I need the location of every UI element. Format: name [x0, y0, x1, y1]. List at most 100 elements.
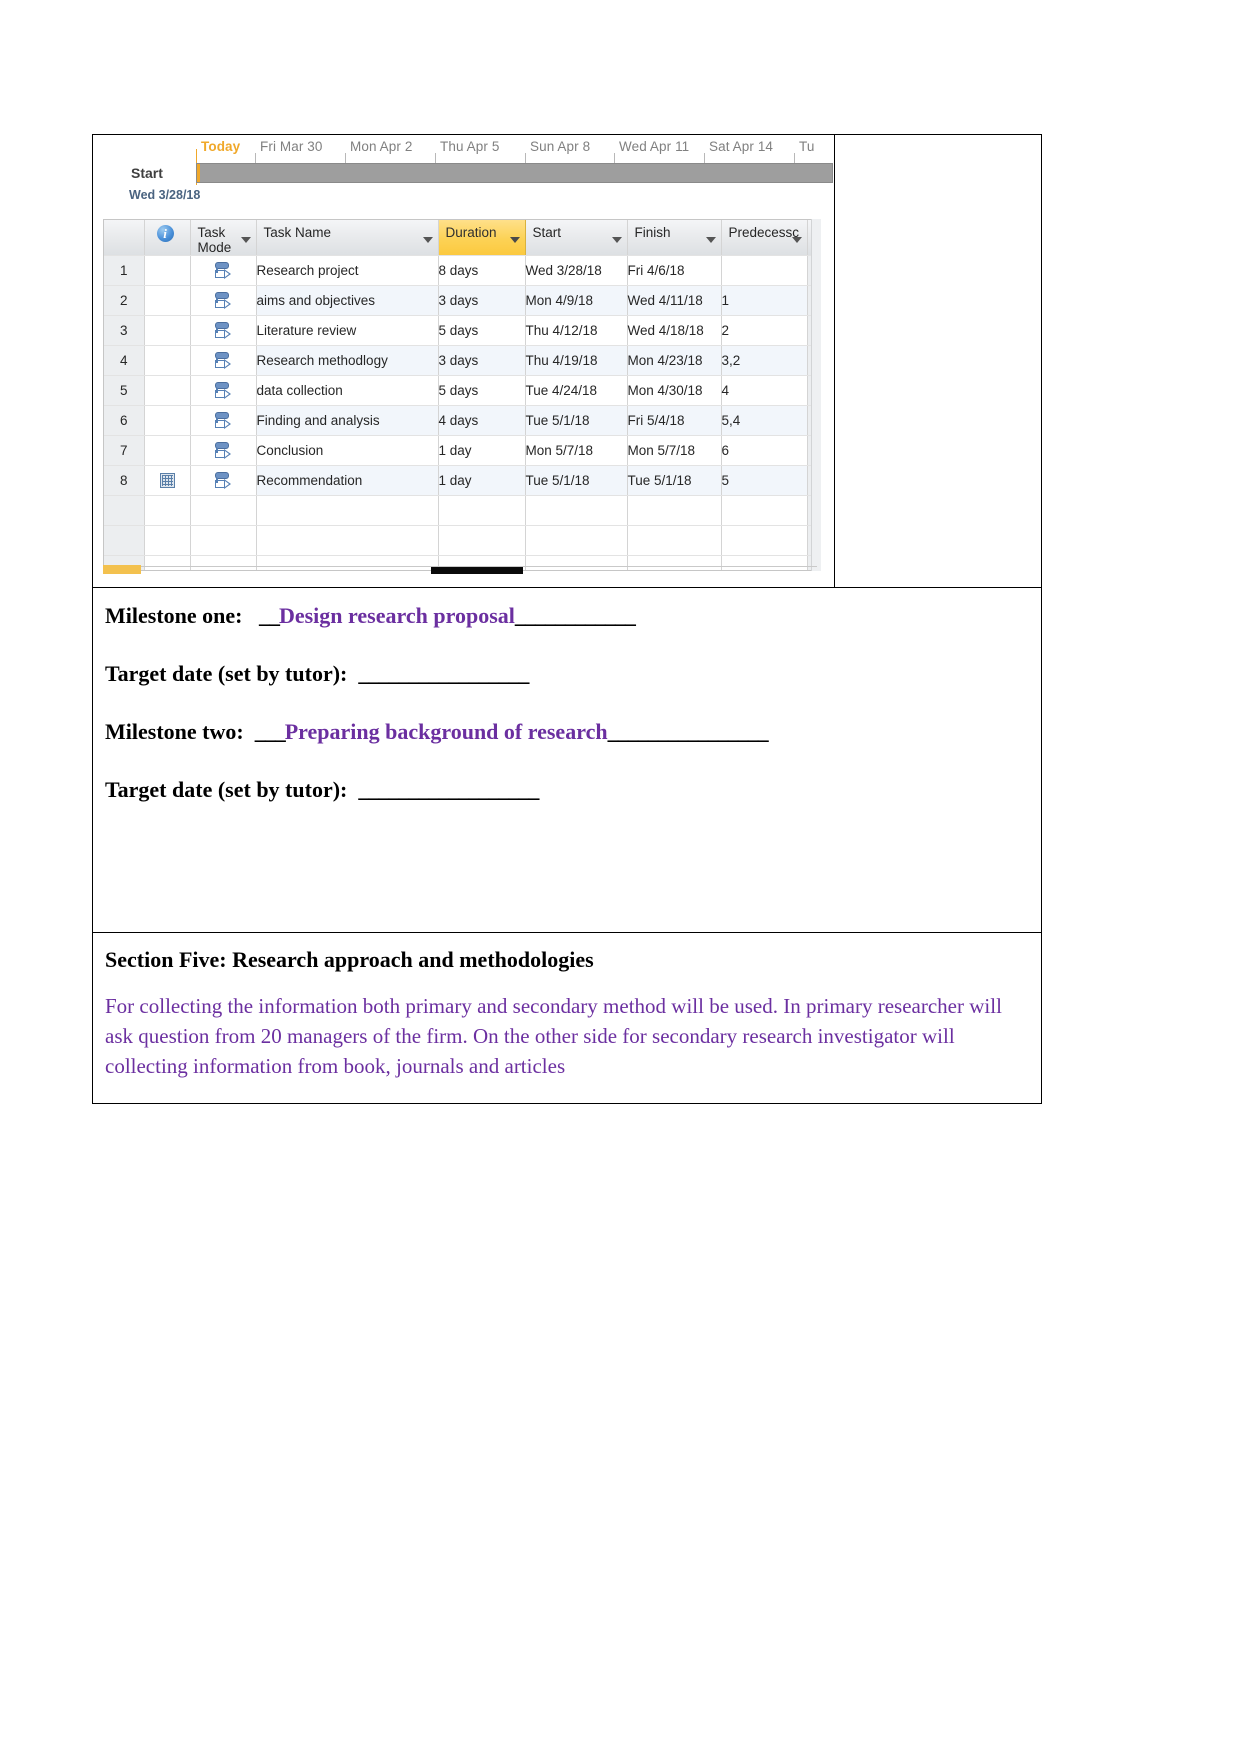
column-header-finish[interactable]: Finish: [627, 220, 722, 256]
row-start-date[interactable]: Thu 4/12/18: [525, 315, 628, 346]
vertical-scrollbar[interactable]: [811, 219, 821, 571]
row-task-name[interactable]: aims and objectives: [256, 285, 439, 316]
row-finish-date[interactable]: Wed 4/11/18: [627, 285, 722, 316]
column-header-indicators[interactable]: i: [144, 220, 191, 256]
milestone-two-value[interactable]: Preparing background of research: [285, 719, 608, 744]
row-task-mode[interactable]: [190, 405, 257, 436]
table-row[interactable]: 3 Literature review 5 days Thu 4/12/18 Wed 4…: [104, 315, 816, 346]
row-task-name[interactable]: Recommendation: [256, 465, 439, 496]
chevron-down-icon[interactable]: [509, 237, 520, 243]
column-header-task-name[interactable]: Task Name: [256, 220, 439, 256]
column-header-task-mode[interactable]: Task Mode: [190, 220, 257, 256]
row-start-date[interactable]: Tue 5/1/18: [525, 465, 628, 496]
row-finish-date[interactable]: Fri 4/6/18: [627, 255, 722, 286]
row-duration[interactable]: 1 day: [438, 435, 526, 466]
table-row[interactable]: 1 Research project 8 days Wed 3/28/18 Fri 4/…: [104, 255, 816, 286]
row-finish-date[interactable]: Wed 4/18/18: [627, 315, 722, 346]
row-task-mode[interactable]: [190, 345, 257, 376]
table-row-empty[interactable]: [104, 525, 816, 556]
row-task-name[interactable]: Research project: [256, 255, 439, 286]
row-duration[interactable]: 3 days: [438, 345, 526, 376]
row-finish-date[interactable]: Tue 5/1/18: [627, 465, 722, 496]
row-task-name[interactable]: Finding and analysis: [256, 405, 439, 436]
row-task-mode[interactable]: [190, 315, 257, 346]
row-start-date[interactable]: Mon 4/9/18: [525, 285, 628, 316]
row-predecessors[interactable]: [721, 525, 808, 556]
row-start-date[interactable]: Tue 4/24/18: [525, 375, 628, 406]
row-predecessors[interactable]: 1: [721, 285, 808, 316]
row-task-mode[interactable]: [190, 285, 257, 316]
row-task-mode[interactable]: [190, 255, 257, 286]
row-indicator[interactable]: [144, 405, 191, 436]
row-predecessors[interactable]: 5: [721, 465, 808, 496]
row-task-name[interactable]: [256, 525, 439, 556]
row-start-date[interactable]: Thu 4/19/18: [525, 345, 628, 376]
column-header-predecessors[interactable]: Predecessc: [721, 220, 808, 256]
table-row[interactable]: 5 data collection 5 days Tue 4/24/18 Mon 4/3…: [104, 375, 816, 406]
row-indicator[interactable]: [144, 465, 191, 496]
row-finish-date[interactable]: Mon 5/7/18: [627, 435, 722, 466]
row-finish-date[interactable]: Mon 4/23/18: [627, 345, 722, 376]
horizontal-scrollbar[interactable]: [103, 565, 817, 576]
row-predecessors[interactable]: 4: [721, 375, 808, 406]
row-duration[interactable]: [438, 495, 526, 526]
column-header-id[interactable]: [104, 220, 145, 256]
row-start-date[interactable]: [525, 525, 628, 556]
horizontal-scrollbar-thumb[interactable]: [431, 567, 523, 574]
target-date-two-rule[interactable]: __________________: [358, 777, 539, 802]
row-indicator[interactable]: [144, 315, 191, 346]
row-predecessors[interactable]: 2: [721, 315, 808, 346]
row-indicator[interactable]: [144, 285, 191, 316]
row-start-date[interactable]: Wed 3/28/18: [525, 255, 628, 286]
row-duration[interactable]: 3 days: [438, 285, 526, 316]
row-duration[interactable]: 4 days: [438, 405, 526, 436]
row-task-name[interactable]: Conclusion: [256, 435, 439, 466]
row-indicator[interactable]: [144, 525, 191, 556]
row-task-mode[interactable]: [190, 465, 257, 496]
chevron-down-icon[interactable]: [705, 237, 716, 243]
chevron-down-icon[interactable]: [791, 237, 802, 243]
row-predecessors[interactable]: [721, 255, 808, 286]
table-row[interactable]: 4 Research methodlogy 3 days Thu 4/19/18 Mon…: [104, 345, 816, 376]
row-task-mode[interactable]: [190, 495, 257, 526]
row-indicator[interactable]: [144, 255, 191, 286]
row-predecessors[interactable]: [721, 495, 808, 526]
table-row[interactable]: 6 Finding and analysis 4 days Tue 5/1/18 Fri…: [104, 405, 816, 436]
column-header-duration[interactable]: Duration: [438, 220, 526, 256]
row-start-date[interactable]: Mon 5/7/18: [525, 435, 628, 466]
chevron-down-icon[interactable]: [240, 237, 251, 243]
row-task-name[interactable]: Research methodlogy: [256, 345, 439, 376]
row-start-date[interactable]: [525, 495, 628, 526]
row-indicator[interactable]: [144, 435, 191, 466]
row-task-mode[interactable]: [190, 435, 257, 466]
column-header-start[interactable]: Start: [525, 220, 628, 256]
row-indicator[interactable]: [144, 345, 191, 376]
row-duration[interactable]: 5 days: [438, 315, 526, 346]
chevron-down-icon[interactable]: [611, 237, 622, 243]
row-task-name[interactable]: Literature review: [256, 315, 439, 346]
row-task-name[interactable]: data collection: [256, 375, 439, 406]
row-duration[interactable]: 8 days: [438, 255, 526, 286]
table-row[interactable]: 8 Recommendation 1 day Tue 5/1/18 Tue 5/1/18…: [104, 465, 816, 496]
row-duration[interactable]: [438, 525, 526, 556]
row-indicator[interactable]: [144, 375, 191, 406]
notes-icon[interactable]: [159, 473, 175, 489]
row-finish-date[interactable]: [627, 525, 722, 556]
milestone-one-value[interactable]: Design research proposal: [279, 603, 515, 628]
table-row[interactable]: 7 Conclusion 1 day Mon 5/7/18 Mon 5/7/18 6: [104, 435, 816, 466]
row-predecessors[interactable]: 6: [721, 435, 808, 466]
row-indicator[interactable]: [144, 495, 191, 526]
table-row[interactable]: 2 aims and objectives 3 days Mon 4/9/18 Wed …: [104, 285, 816, 316]
row-duration[interactable]: 1 day: [438, 465, 526, 496]
row-start-date[interactable]: Tue 5/1/18: [525, 405, 628, 436]
row-task-mode[interactable]: [190, 525, 257, 556]
row-predecessors[interactable]: 3,2: [721, 345, 808, 376]
row-task-mode[interactable]: [190, 375, 257, 406]
target-date-one-rule[interactable]: _________________: [358, 661, 529, 686]
row-duration[interactable]: 5 days: [438, 375, 526, 406]
row-finish-date[interactable]: Fri 5/4/18: [627, 405, 722, 436]
table-row-empty[interactable]: [104, 495, 816, 526]
chevron-down-icon[interactable]: [422, 237, 433, 243]
row-finish-date[interactable]: [627, 495, 722, 526]
row-finish-date[interactable]: Mon 4/30/18: [627, 375, 722, 406]
